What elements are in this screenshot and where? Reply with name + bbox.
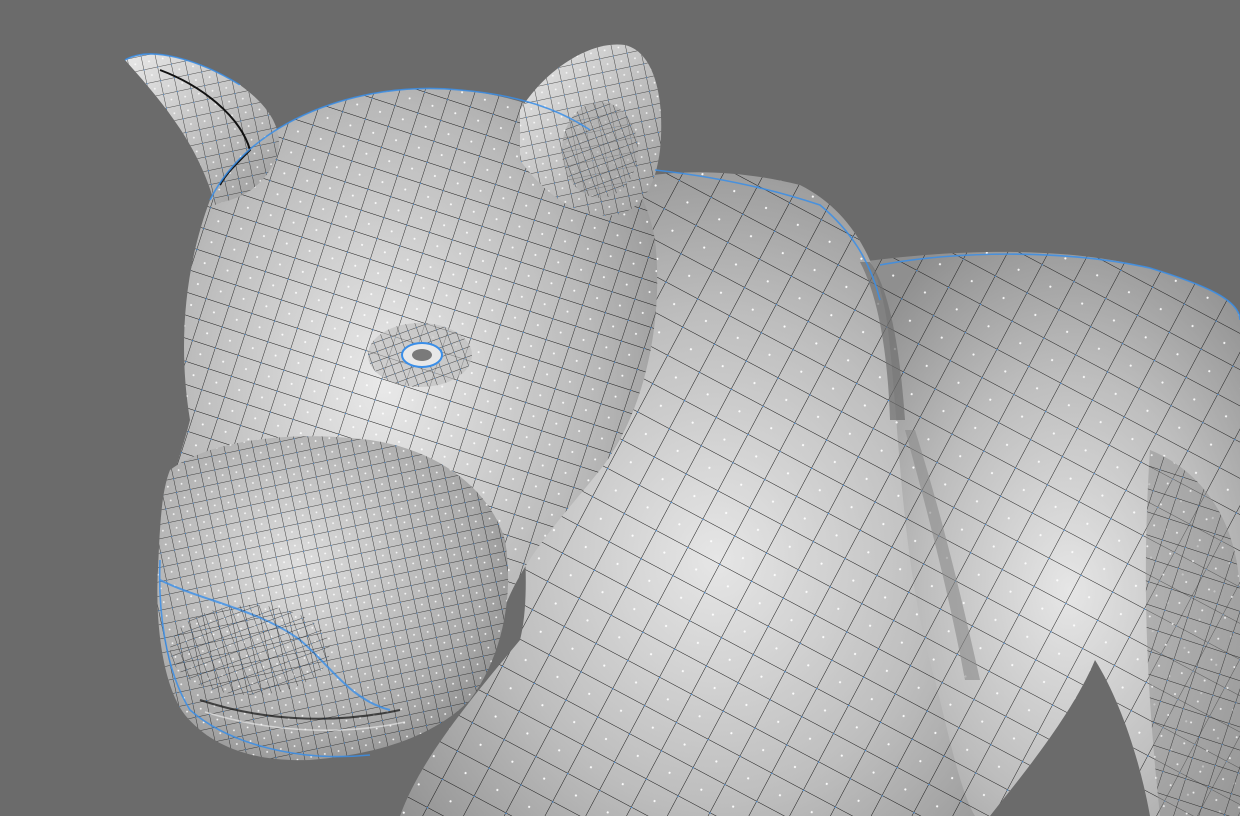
lion-eye xyxy=(368,323,472,387)
3d-viewport[interactable] xyxy=(0,0,1240,816)
mesh-render xyxy=(0,0,1240,816)
lion-muzzle xyxy=(157,436,509,761)
